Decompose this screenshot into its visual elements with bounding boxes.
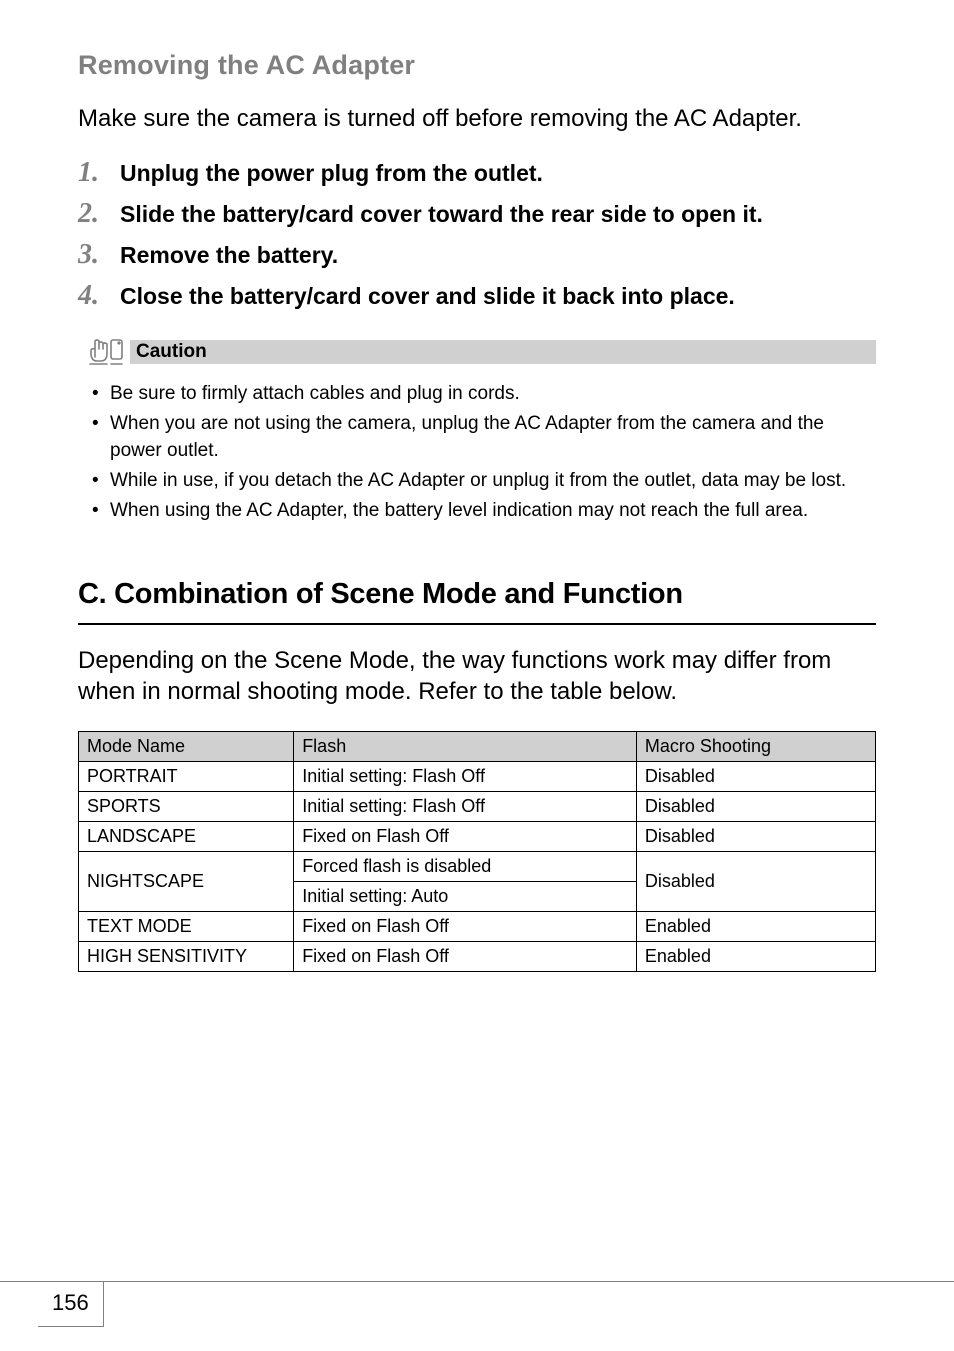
caution-item: When using the AC Adapter, the battery l… xyxy=(90,497,876,525)
table-cell: Initial setting: Flash Off xyxy=(294,762,637,792)
sub-heading: Removing the AC Adapter xyxy=(78,50,876,81)
table-cell: HIGH SENSITIVITY xyxy=(79,942,294,972)
table-cell: Fixed on Flash Off xyxy=(294,822,637,852)
caution-item: When you are not using the camera, unplu… xyxy=(90,410,876,465)
step-item: Slide the battery/card cover toward the … xyxy=(78,199,876,230)
table-cell: Initial setting: Flash Off xyxy=(294,792,637,822)
table-cell: TEXT MODE xyxy=(79,912,294,942)
table-cell: Enabled xyxy=(636,912,875,942)
main-heading: C. Combination of Scene Mode and Functio… xyxy=(78,578,876,625)
table-cell: Disabled xyxy=(636,792,875,822)
caution-label-bar: Caution xyxy=(130,340,876,364)
table-cell: LANDSCAPE xyxy=(79,822,294,852)
page-number: 156 xyxy=(38,1282,104,1327)
scene-mode-table: Mode Name Flash Macro Shooting PORTRAIT … xyxy=(78,731,876,972)
intro-text: Make sure the camera is turned off befor… xyxy=(78,103,876,134)
caution-label: Caution xyxy=(136,341,207,363)
table-header: Macro Shooting xyxy=(636,732,875,762)
main-intro-text: Depending on the Scene Mode, the way fun… xyxy=(78,645,876,707)
caution-list: Be sure to firmly attach cables and plug… xyxy=(90,380,876,524)
table-cell: Disabled xyxy=(636,852,875,912)
table-cell: Fixed on Flash Off xyxy=(294,942,637,972)
table-header: Flash xyxy=(294,732,637,762)
table-cell: Initial setting: Auto xyxy=(294,882,637,912)
table-cell: Disabled xyxy=(636,822,875,852)
caution-item: While in use, if you detach the AC Adapt… xyxy=(90,467,876,495)
caution-icon xyxy=(78,336,130,368)
table-header: Mode Name xyxy=(79,732,294,762)
page-footer: 156 xyxy=(0,1281,954,1327)
table-cell: NIGHTSCAPE xyxy=(79,852,294,912)
table-cell: Enabled xyxy=(636,942,875,972)
steps-list: Unplug the power plug from the outlet. S… xyxy=(78,158,876,312)
step-item: Remove the battery. xyxy=(78,240,876,271)
step-item: Unplug the power plug from the outlet. xyxy=(78,158,876,189)
caution-box: Caution Be sure to firmly attach cables … xyxy=(78,336,876,524)
step-item: Close the battery/card cover and slide i… xyxy=(78,281,876,312)
table-cell: PORTRAIT xyxy=(79,762,294,792)
table-cell: Fixed on Flash Off xyxy=(294,912,637,942)
table-cell: Disabled xyxy=(636,762,875,792)
table-cell: Forced flash is disabled xyxy=(294,852,637,882)
caution-header: Caution xyxy=(78,336,876,368)
table-cell: SPORTS xyxy=(79,792,294,822)
caution-item: Be sure to firmly attach cables and plug… xyxy=(90,380,876,408)
